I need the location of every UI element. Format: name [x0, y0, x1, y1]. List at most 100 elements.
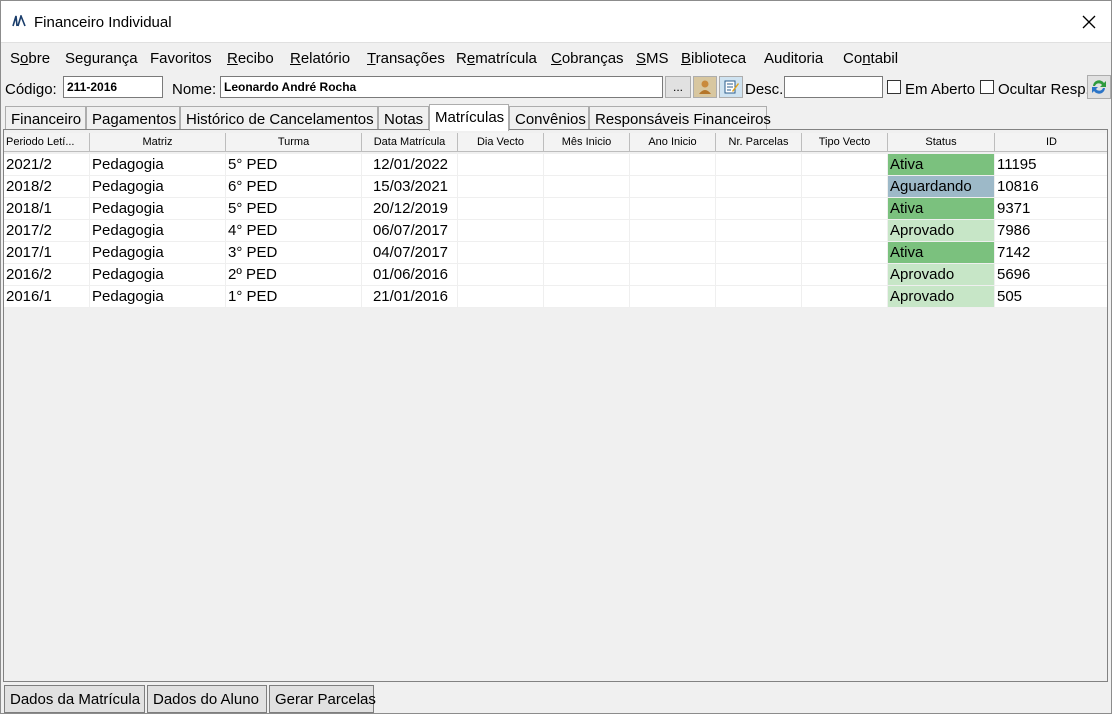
column-header[interactable]: Data Matrícula [362, 133, 458, 152]
menu-item-3[interactable]: Recibo [227, 50, 274, 67]
menu-item-1[interactable]: Segurança [65, 50, 138, 67]
menu-item-10[interactable]: Auditoria [764, 50, 823, 67]
menu-item-6[interactable]: Rematrícula [456, 50, 537, 67]
cell-dia [458, 176, 544, 198]
cell-status: Aprovado [888, 264, 995, 286]
dados-do-aluno-button[interactable]: Dados do Aluno [147, 685, 267, 713]
table-row[interactable]: 2016/2 Pedagogia 2º PED 01/06/2016 Aprovado 5… [4, 264, 1107, 286]
menu-bar: Sobre Segurança Favoritos Recibo Relatório Tr… [1, 45, 1111, 73]
em-aberto-checkbox[interactable] [887, 80, 901, 94]
cell-parcelas [716, 198, 802, 220]
bottom-action-bar: Dados da Matrícula Dados do Aluno Gerar Pa… [1, 685, 1111, 714]
tab-notas[interactable]: Notas [378, 106, 429, 130]
menu-item-mnemonic: B [681, 50, 692, 67]
person-lookup-button[interactable] [693, 76, 717, 98]
cell-periodo: 2017/1 [4, 242, 90, 264]
column-header[interactable]: Matriz [90, 133, 226, 152]
search-dots-button[interactable]: ... [665, 76, 691, 98]
matriculas-table: Periodo Letí... Matriz Turma Data Matrícula… [3, 129, 1108, 682]
close-icon [1082, 15, 1096, 29]
cell-turma: 5° PED [226, 198, 362, 220]
refresh-icon [1092, 80, 1106, 94]
menu-item-mnemonic: T [367, 50, 376, 67]
cell-data: 01/06/2016 [362, 264, 458, 286]
tab-strip: Financeiro Pagamentos Histórico de Cancela… [1, 104, 1111, 131]
window-title: Financeiro Individual [34, 14, 172, 31]
cell-parcelas [716, 176, 802, 198]
menu-item-mnemonic: C [551, 50, 562, 67]
codigo-field[interactable]: 211-2016 [63, 76, 163, 98]
gerar-parcelas-button[interactable]: Gerar Parcelas [269, 685, 376, 713]
column-header[interactable]: Ano Inicio [630, 133, 716, 152]
cell-status: Aprovado [888, 220, 995, 242]
column-header[interactable]: Mês Inicio [544, 133, 630, 152]
tab-histórico-de-cancelamentos[interactable]: Histórico de Cancelamentos [180, 106, 378, 130]
edit-icon [724, 80, 739, 94]
table-row[interactable]: 2016/1 Pedagogia 1° PED 21/01/2016 Aprovado 5… [4, 286, 1107, 308]
nome-field[interactable]: Leonardo André Rocha [220, 76, 663, 98]
cell-mes [544, 176, 630, 198]
edit-notes-button[interactable] [719, 76, 743, 98]
tab-responsáveis-financeiros[interactable]: Responsáveis Financeiros [589, 106, 771, 130]
close-button[interactable] [1067, 1, 1111, 43]
cell-data: 20/12/2019 [362, 198, 458, 220]
menu-item-text: Favoritos [150, 50, 212, 67]
table-row[interactable]: 2018/2 Pedagogia 6° PED 15/03/2021 Aguardand… [4, 176, 1107, 198]
desc-field[interactable] [784, 76, 883, 98]
refresh-button[interactable] [1087, 75, 1111, 99]
menu-item-8[interactable]: SMS [636, 50, 669, 67]
menu-item-2[interactable]: Favoritos [150, 50, 212, 67]
codigo-label: Código: [5, 81, 57, 98]
cell-status: Ativa [888, 154, 995, 176]
cell-mes [544, 242, 630, 264]
nome-label: Nome: [172, 81, 217, 98]
cell-turma: 5° PED [226, 154, 362, 176]
tab-financeiro[interactable]: Financeiro [5, 106, 86, 130]
column-header[interactable]: Turma [226, 133, 362, 152]
column-header[interactable]: Nr. Parcelas [716, 133, 802, 152]
cell-mes [544, 264, 630, 286]
menu-item-mnemonic: n [862, 50, 871, 67]
cell-data: 15/03/2021 [362, 176, 458, 198]
dados-da-matrícula-button[interactable]: Dados da Matrícula [4, 685, 145, 713]
cell-ano [630, 242, 716, 264]
title-bar: Financeiro Individual [1, 1, 1111, 43]
menu-item-7[interactable]: Cobranças [551, 50, 624, 67]
menu-item-4[interactable]: Relatório [290, 50, 350, 67]
column-header[interactable]: ID [995, 133, 1107, 152]
menu-item-mnemonic: R [290, 50, 301, 67]
column-header[interactable]: Dia Vecto [458, 133, 544, 152]
cell-matriz: Pedagogia [90, 198, 226, 220]
column-header[interactable]: Periodo Letí... [4, 133, 90, 152]
column-header[interactable]: Status [888, 133, 995, 152]
menu-item-9[interactable]: Biblioteca [681, 50, 746, 67]
tab-pagamentos[interactable]: Pagamentos [86, 106, 180, 130]
person-icon [699, 80, 711, 94]
tab-matrículas[interactable]: Matrículas [429, 104, 509, 131]
app-window: Financeiro Individual Sobre Segurança Favo… [0, 0, 1112, 714]
cell-data: 04/07/2017 [362, 242, 458, 264]
menu-item-11[interactable]: Contabil [843, 50, 898, 67]
cell-parcelas [716, 220, 802, 242]
table-row[interactable]: 2017/2 Pedagogia 4° PED 06/07/2017 Aprovado 7… [4, 220, 1107, 242]
menu-item-5[interactable]: Transações [367, 50, 445, 67]
menu-item-text: ransações [375, 50, 445, 67]
ocultar-resp-checkbox[interactable] [980, 80, 994, 94]
menu-item-text: S [10, 50, 21, 67]
menu-item-0[interactable]: Sobre [10, 50, 50, 67]
table-row[interactable]: 2018/1 Pedagogia 5° PED 20/12/2019 Ativa 9371 [4, 198, 1107, 220]
cell-matriz: Pedagogia [90, 242, 226, 264]
column-header[interactable]: Tipo Vecto [802, 133, 888, 152]
table-row[interactable]: 2017/1 Pedagogia 3° PED 04/07/2017 Ativa 7142 [4, 242, 1107, 264]
cell-tipo [802, 286, 888, 308]
table-row[interactable]: 2021/2 Pedagogia 5° PED 12/01/2022 Ativa 1119… [4, 154, 1107, 176]
tab-convênios[interactable]: Convênios [509, 106, 589, 130]
cell-mes [544, 154, 630, 176]
cell-matriz: Pedagogia [90, 154, 226, 176]
cell-matriz: Pedagogia [90, 176, 226, 198]
cell-tipo [802, 176, 888, 198]
cell-turma: 2º PED [226, 264, 362, 286]
menu-item-text: Co [843, 50, 863, 67]
cell-status: Aprovado [888, 286, 995, 308]
cell-periodo: 2018/2 [4, 176, 90, 198]
